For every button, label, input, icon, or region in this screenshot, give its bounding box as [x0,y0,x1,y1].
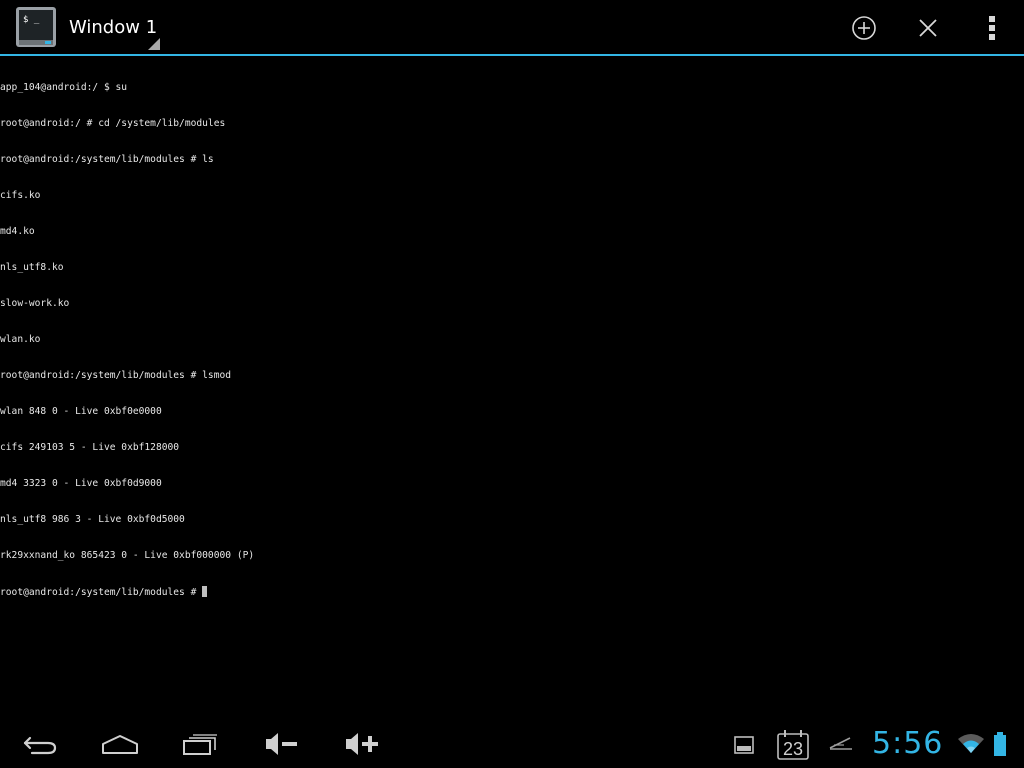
dropdown-triangle-icon[interactable] [148,38,160,50]
terminal-prompt-line[interactable]: root@android:/system/lib/modules # [0,586,1024,598]
terminal-line: nls_utf8 986 3 - Live 0xbf0d5000 [0,514,185,525]
terminal-prompt: root@android:/system/lib/modules # [0,587,203,598]
action-bar: $ _ Window 1 [0,0,1024,56]
back-button[interactable] [16,724,64,764]
terminal-line: md4 3323 0 - Live 0xbf0d9000 [0,478,162,489]
text-cursor [202,586,208,597]
battery-icon[interactable] [992,731,1008,757]
volume-up-button[interactable] [340,724,388,764]
volume-up-icon [346,733,378,755]
home-icon [102,735,138,754]
usb-debugging-icon[interactable] [828,734,854,752]
back-icon [23,736,57,755]
terminal-line: root@android:/ # cd /system/lib/modules [0,118,226,129]
terminal-line: wlan.ko [0,334,41,345]
terminal-app-icon[interactable]: $ _ [15,6,57,48]
screen: $ _ Window 1 app_104@android:/ $ su root… [0,0,1024,768]
volume-down-icon [266,733,297,755]
recent-apps-button[interactable] [176,724,224,764]
app-icon-glyph: $ _ [23,15,40,25]
overflow-menu-icon [989,16,995,40]
close-window-button[interactable] [908,8,948,48]
home-button[interactable] [96,724,144,764]
terminal-line: cifs 249103 5 - Live 0xbf128000 [0,442,180,453]
new-window-button[interactable] [844,8,884,48]
screenshot-notification[interactable] [733,734,755,756]
terminal-line: app_104@android:/ $ su [0,82,128,93]
wifi-icon[interactable] [957,732,985,754]
calendar-icon: 23 [777,730,809,760]
volume-down-button[interactable] [258,724,306,764]
terminal-output[interactable]: app_104@android:/ $ su root@android:/ # … [0,58,1024,718]
clock[interactable]: 5:56 [872,726,943,762]
close-icon [919,19,937,37]
terminal-line: cifs.ko [0,190,41,201]
terminal-line: rk29xxnand_ko 865423 0 - Live 0xbf000000… [0,550,255,561]
screenshot-icon [734,736,754,754]
calendar-day: 23 [783,739,803,759]
terminal-line: md4.ko [0,226,35,237]
system-navigation-bar [0,720,1024,768]
calendar-notification[interactable]: 23 [776,729,810,761]
terminal-line: slow-work.ko [0,298,70,309]
terminal-line: wlan 848 0 - Live 0xbf0e0000 [0,406,162,417]
terminal-line: nls_utf8.ko [0,262,64,273]
overflow-menu-button[interactable] [972,8,1012,48]
recents-icon [183,734,217,755]
terminal-line: root@android:/system/lib/modules # ls [0,154,214,165]
plus-circle-icon [852,16,876,40]
terminal-line: root@android:/system/lib/modules # lsmod [0,370,232,381]
window-title[interactable]: Window 1 [69,16,157,40]
